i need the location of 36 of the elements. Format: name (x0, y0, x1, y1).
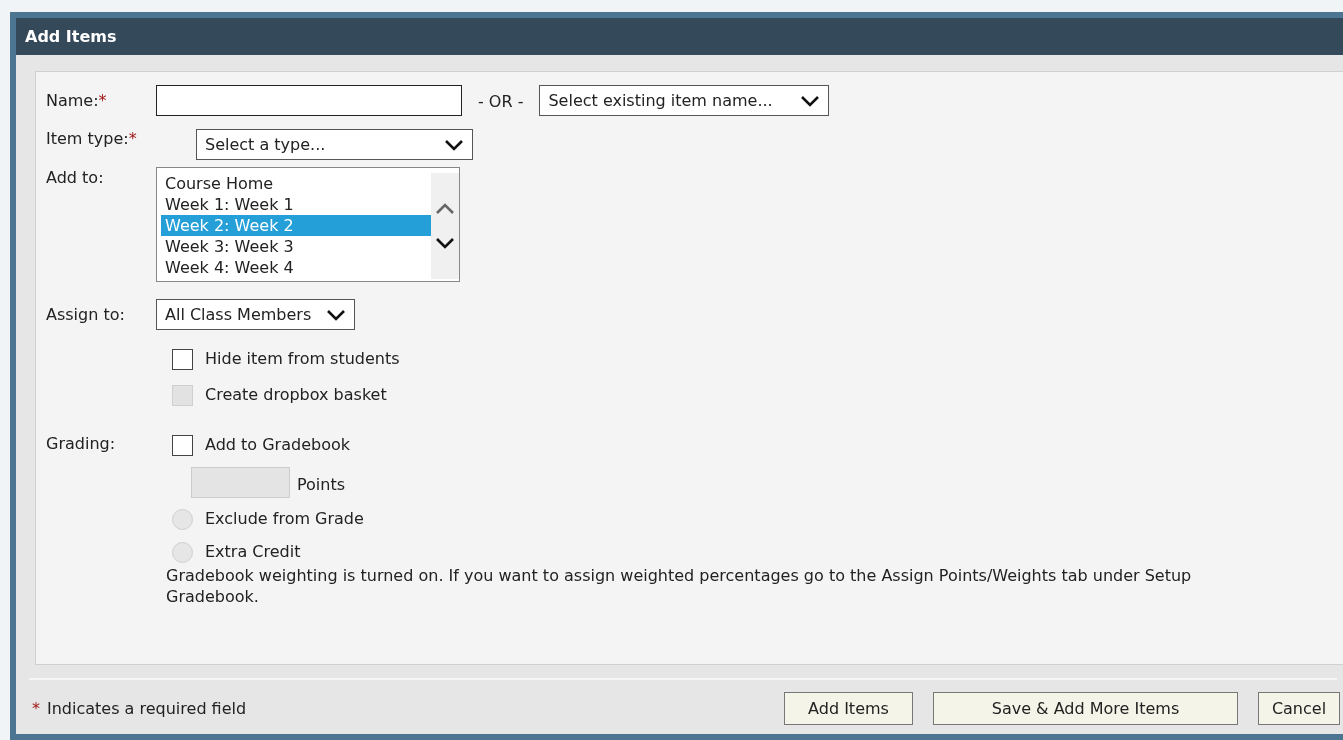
checkbox-label: Create dropbox basket (205, 384, 387, 406)
footer-button[interactable]: Save & Add More Items (933, 692, 1238, 725)
list-option[interactable]: Course Home (161, 173, 431, 194)
field-label: Add to: (46, 167, 105, 188)
field-label: Assign to: (46, 304, 126, 325)
scrollbar[interactable] (431, 173, 459, 279)
dropdown[interactable]: All Class Members (156, 299, 355, 330)
list-option[interactable]: Week 4: Week 4 (161, 257, 431, 278)
checkbox-label: Hide item from students (205, 348, 400, 370)
checkbox[interactable] (172, 434, 193, 456)
chevron-down-icon (444, 138, 464, 151)
required-note: Indicates a required field (47, 697, 247, 720)
checkbox-label: Add to Gradebook (205, 434, 350, 456)
dropdown[interactable]: Select a type... (196, 129, 473, 160)
radio-label: Exclude from Grade (205, 508, 364, 530)
chevron-down-icon (326, 308, 346, 321)
field-label: Grading: (46, 433, 117, 454)
list-option[interactable]: Week 1: Week 1 (161, 194, 431, 215)
footer-button[interactable]: Add Items (784, 692, 913, 725)
name-input-field[interactable] (156, 85, 462, 116)
radio-label: Extra Credit (205, 541, 301, 563)
field-label: Item type:* (46, 128, 138, 149)
window-title: Add Items (16, 18, 1343, 55)
chevron-up-icon (435, 203, 455, 215)
chevron-down-icon (800, 94, 821, 107)
or-separator: - OR - (478, 91, 524, 113)
chevron-down-icon (435, 237, 455, 249)
dropdown[interactable]: Select existing item name... (539, 85, 830, 116)
list-option[interactable]: Week 3: Week 3 (161, 236, 431, 257)
weighting-note: Gradebook weighting is turned on. If you want to assign weighted percentages go to the Assign Points/Weights tab under Setup Gradebook. (166, 565, 1193, 607)
add-to-listbox[interactable]: Course Home Week 1: Week 1 Week 2: Week 2 Week 3: Week 3 Week 4: Week 4 (156, 167, 460, 282)
points-label: Points (297, 473, 346, 496)
checkbox[interactable] (172, 348, 193, 370)
required-mark: * (32, 697, 40, 720)
footer-button[interactable]: Cancel (1258, 692, 1340, 725)
field-label: Name:* (46, 90, 108, 111)
